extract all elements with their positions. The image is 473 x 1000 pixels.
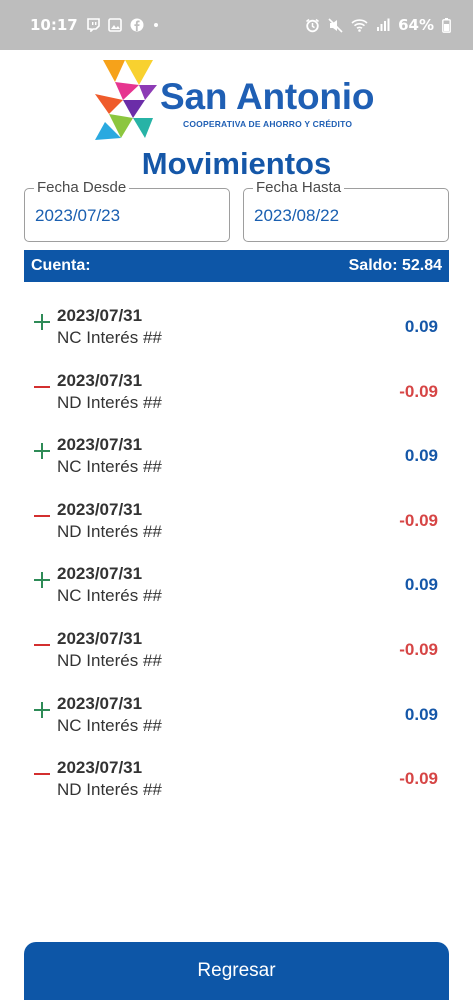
- movement-date: 2023/07/31: [57, 628, 143, 648]
- date-from-field[interactable]: Fecha Desde 2023/07/23: [24, 179, 230, 242]
- date-from-label: Fecha Desde: [34, 179, 130, 197]
- wifi-icon: [351, 18, 368, 32]
- minus-icon: [34, 508, 50, 524]
- movement-amount: 0.09: [404, 575, 438, 595]
- movement-row[interactable]: 2023/07/31 ND Interés ## -0.09: [0, 623, 473, 688]
- movement-description: ND Interés ##: [57, 780, 162, 800]
- minus-icon: [34, 379, 50, 395]
- twitch-icon: [86, 18, 100, 32]
- movement-date: 2023/07/31: [57, 499, 143, 519]
- date-to-label: Fecha Hasta: [253, 179, 345, 197]
- plus-icon: [34, 314, 50, 330]
- mute-icon: [328, 17, 343, 33]
- movement-description: ND Interés ##: [57, 392, 162, 412]
- movements-list: 2023/07/31 NC Interés ## 0.09 2023/07/31 ND …: [0, 300, 473, 817]
- date-to-value[interactable]: 2023/08/22: [254, 206, 339, 226]
- battery-percentage: 64%: [398, 16, 434, 34]
- status-bar-left: 10:17: [30, 16, 160, 34]
- signal-icon: [376, 18, 390, 32]
- account-balance: Saldo: 52.84: [348, 257, 442, 274]
- plus-icon: [34, 443, 50, 460]
- movement-row[interactable]: 2023/07/31 ND Interés ## -0.09: [0, 365, 473, 430]
- account-label: Cuenta:: [31, 257, 91, 274]
- movement-date: 2023/07/31: [57, 370, 143, 390]
- movement-description: NC Interés ##: [57, 715, 162, 735]
- movement-description: NC Interés ##: [57, 328, 162, 347]
- back-button[interactable]: Regresar: [24, 942, 449, 1000]
- movement-amount: -0.09: [399, 769, 438, 789]
- movement-amount: 0.09: [404, 317, 438, 336]
- movement-description: ND Interés ##: [57, 521, 162, 541]
- date-to-field[interactable]: Fecha Hasta 2023/08/22: [243, 179, 449, 242]
- movement-row[interactable]: 2023/07/31 NC Interés ## 0.09: [0, 300, 473, 365]
- movement-amount: 0.09: [404, 446, 438, 466]
- movement-amount: 0.09: [404, 704, 438, 724]
- date-from-value[interactable]: 2023/07/23: [35, 206, 120, 226]
- movement-description: NC Interés ##: [57, 586, 162, 606]
- alarm-icon: [305, 18, 320, 33]
- movement-amount: -0.09: [399, 381, 438, 401]
- image-icon: [107, 18, 122, 32]
- movement-date: 2023/07/31: [57, 693, 143, 713]
- movement-row[interactable]: 2023/07/31 NC Interés ## 0.09: [0, 558, 473, 623]
- brand-name: San Antonio: [160, 76, 375, 117]
- movement-date: 2023/07/31: [57, 564, 143, 584]
- movement-date: 2023/07/31: [57, 435, 143, 455]
- movement-date: 2023/07/31: [57, 306, 143, 325]
- facebook-icon: [130, 18, 144, 32]
- battery-icon: [442, 17, 451, 33]
- movement-row[interactable]: 2023/07/31 ND Interés ## -0.09: [0, 752, 473, 817]
- account-bar: Cuenta: Saldo: 52.84: [24, 250, 449, 282]
- dot-icon: [152, 18, 160, 32]
- plus-icon: [34, 572, 50, 589]
- plus-icon: [34, 701, 50, 718]
- movement-row[interactable]: 2023/07/31 NC Interés ## 0.09: [0, 688, 473, 753]
- page-title: Movimientos: [141, 146, 332, 181]
- movement-description: NC Interés ##: [57, 457, 162, 477]
- movement-amount: -0.09: [399, 639, 438, 659]
- movement-row[interactable]: 2023/07/31 ND Interés ## -0.09: [0, 494, 473, 559]
- movement-amount: -0.09: [399, 510, 438, 530]
- movement-description: ND Interés ##: [57, 650, 162, 670]
- brand-tagline: COOPERATIVA DE AHORRO Y CRÉDITO: [183, 119, 353, 129]
- status-bar-right: 64%: [305, 16, 451, 34]
- status-bar: 10:17 64%: [0, 0, 473, 50]
- movement-date: 2023/07/31: [57, 758, 143, 778]
- movement-row[interactable]: 2023/07/31 NC Interés ## 0.09: [0, 429, 473, 494]
- minus-icon: [34, 637, 50, 653]
- clock: 10:17: [30, 16, 78, 34]
- minus-icon: [34, 766, 50, 782]
